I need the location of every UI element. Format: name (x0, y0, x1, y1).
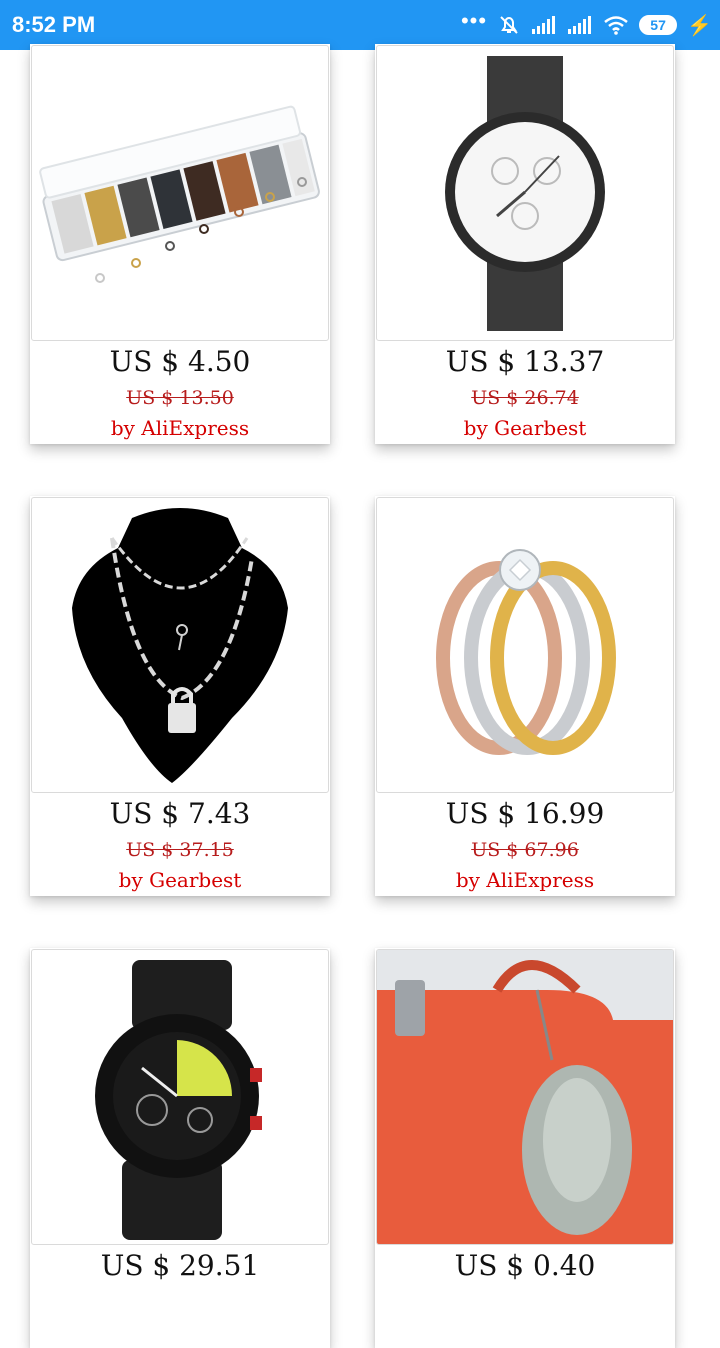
product-image (376, 45, 674, 341)
status-icons: ••• 57 ⚡ (460, 8, 712, 40)
product-image (376, 497, 674, 793)
product-seller: by Gearbest (463, 416, 587, 440)
battery-icon: 57 (639, 15, 678, 35)
product-price: US $ 0.40 (454, 1249, 596, 1282)
signal-icon (532, 16, 556, 34)
product-price: US $ 13.37 (445, 345, 605, 378)
mute-icon (500, 16, 518, 34)
product-seller: by AliExpress (455, 868, 595, 892)
product-price: US $ 29.51 (100, 1249, 260, 1282)
product-card[interactable]: US $ 16.99 US $ 67.96 by AliExpress (375, 496, 675, 896)
product-image (31, 949, 329, 1245)
dots-icon: ••• (460, 8, 488, 33)
status-time: 8:52 PM (12, 12, 96, 37)
battery-level: 57 (650, 17, 666, 33)
tri-color-ring-image (436, 549, 616, 755)
product-price: US $ 7.43 (109, 797, 251, 830)
fur-keychain-bag-image (377, 950, 673, 1244)
product-image (31, 497, 329, 793)
product-price: US $ 4.50 (109, 345, 251, 378)
product-image (376, 949, 674, 1245)
product-price: US $ 16.99 (445, 797, 605, 830)
jump-rings-box-image (39, 105, 320, 283)
product-card[interactable]: US $ 0.40 (375, 948, 675, 1348)
signal-icon (568, 16, 592, 34)
product-card[interactable]: US $ 7.43 US $ 37.15 by Gearbest (30, 496, 330, 896)
product-card[interactable]: US $ 29.51 (30, 948, 330, 1348)
status-bar: 8:52 PM ••• 57 ⚡ (0, 0, 720, 50)
product-card[interactable]: US $ 13.37 US $ 26.74 by Gearbest (375, 44, 675, 444)
product-old-price: US $ 26.74 (471, 387, 579, 409)
lock-necklace-image (72, 508, 288, 783)
product-seller: by AliExpress (110, 416, 250, 440)
product-image (31, 45, 329, 341)
product-card[interactable]: US $ 4.50 US $ 13.50 by AliExpress (30, 44, 330, 444)
wifi-icon (604, 16, 628, 35)
product-old-price: US $ 13.50 (126, 387, 234, 409)
mesh-watch-image (445, 56, 605, 331)
charging-icon: ⚡ (687, 14, 712, 37)
product-seller: by Gearbest (118, 868, 242, 892)
product-old-price: US $ 67.96 (471, 839, 579, 861)
product-old-price: US $ 37.15 (126, 839, 234, 861)
sport-watch-image (95, 960, 262, 1240)
